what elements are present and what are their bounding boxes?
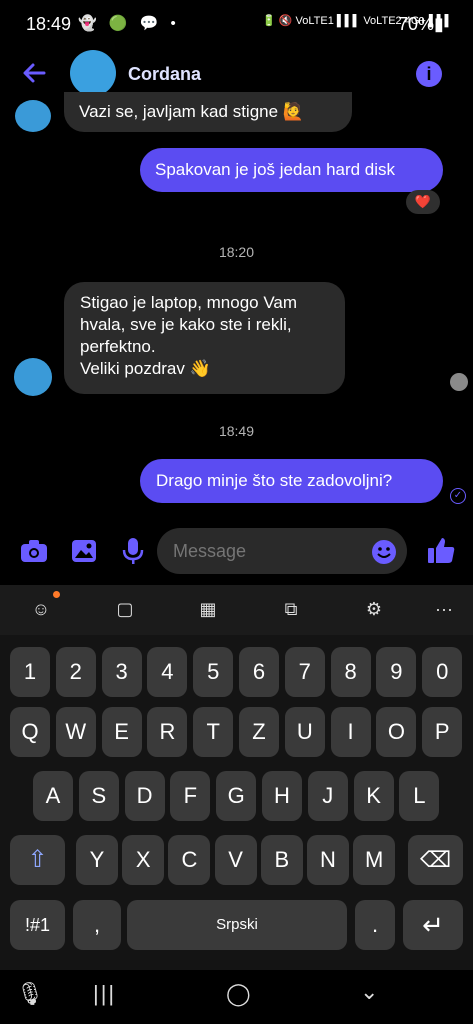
notification-dot	[53, 591, 60, 598]
key[interactable]: 6	[239, 647, 279, 697]
contact-avatar-small	[15, 100, 51, 132]
message-line: hvala, sve je kako ste i rekli,	[80, 315, 292, 334]
key[interactable]: Y	[76, 835, 118, 885]
message-line: perfektno.	[80, 337, 156, 356]
key[interactable]: B	[260, 835, 303, 885]
emoji-icon[interactable]	[371, 539, 397, 565]
key[interactable]: C	[168, 835, 211, 885]
timestamp: 18:20	[218, 244, 255, 260]
key[interactable]: S	[78, 771, 119, 821]
space-key[interactable]: Srpski	[127, 900, 347, 950]
key[interactable]: I	[330, 707, 371, 757]
period-key[interactable]: .	[355, 900, 395, 950]
key[interactable]: L	[399, 771, 440, 821]
key[interactable]: 1	[10, 647, 50, 697]
key[interactable]: M	[353, 835, 396, 885]
back-icon[interactable]: ⌄	[360, 979, 378, 1005]
more-options-icon[interactable]: ···	[428, 593, 460, 625]
home-icon[interactable]: ◯	[226, 981, 251, 1007]
backspace-key[interactable]: ⌫	[408, 835, 463, 885]
key[interactable]: P	[422, 707, 463, 757]
key[interactable]: Z	[239, 707, 279, 757]
contact-avatar-small	[14, 358, 52, 396]
key[interactable]: 7	[284, 647, 325, 697]
key[interactable]: 4	[147, 647, 188, 697]
message-line: Stigao je laptop, mnogo Vam	[80, 293, 298, 312]
key[interactable]: A	[33, 771, 73, 821]
message-input[interactable]	[157, 528, 407, 574]
key[interactable]: V	[214, 835, 257, 885]
key[interactable]: N	[307, 835, 349, 885]
key[interactable]: J	[307, 771, 348, 821]
key[interactable]: O	[376, 707, 417, 757]
clipboard-icon[interactable]: ▢	[109, 593, 141, 625]
key[interactable]: E	[101, 707, 142, 757]
microphone-icon[interactable]	[122, 537, 144, 565]
key[interactable]: U	[284, 707, 325, 757]
key[interactable]: 5	[193, 647, 234, 697]
key[interactable]: F	[170, 771, 211, 821]
message-line: Veliki pozdrav 👋	[80, 359, 211, 378]
key[interactable]: 9	[376, 647, 417, 697]
status-time: 18:49	[26, 14, 72, 34]
back-arrow-icon[interactable]	[20, 59, 48, 87]
key[interactable]: X	[122, 835, 165, 885]
message-outgoing[interactable]: Drago minje što ste zadovoljni?	[140, 459, 443, 503]
symbols-key[interactable]: !#1	[10, 900, 65, 950]
camera-icon[interactable]	[20, 539, 48, 563]
sent-check-icon: ✓	[450, 488, 466, 504]
enter-key[interactable]: ↵	[403, 900, 463, 950]
contact-name[interactable]: Cordana	[128, 64, 201, 85]
key[interactable]: T	[193, 707, 234, 757]
comma-key[interactable]: ,	[73, 900, 121, 950]
shift-key[interactable]: ⇧	[10, 835, 65, 885]
message-incoming[interactable]: Vazi se, javljam kad stigne 🙋	[64, 92, 352, 132]
key[interactable]: 2	[55, 647, 96, 697]
reaction-heart-icon[interactable]: ❤️	[406, 190, 440, 214]
timestamp: 18:49	[218, 423, 255, 439]
keyboard-toolbar	[0, 585, 473, 635]
keyboard-mic-icon[interactable]: 🎙	[16, 981, 44, 1007]
emoji-panel-icon[interactable]: ☺	[25, 593, 57, 625]
message-incoming[interactable]: Stigao je laptop, mnogo Vam hvala, sve j…	[64, 282, 345, 394]
key[interactable]: W	[55, 707, 96, 757]
translate-icon[interactable]: ⧉	[275, 593, 307, 625]
gallery-icon[interactable]	[71, 539, 97, 563]
key[interactable]: D	[124, 771, 165, 821]
message-outgoing[interactable]: Spakovan je još jedan hard disk	[140, 148, 443, 192]
key[interactable]: 8	[330, 647, 371, 697]
status-bar: 18:49 👻 🟢 💬 • 🔋 🔇 VoLTE1 ▌▌▌ VoLTE2 4G+ …	[0, 0, 473, 48]
info-icon[interactable]: i	[416, 61, 442, 87]
key[interactable]: G	[216, 771, 257, 821]
key[interactable]: 0	[422, 647, 463, 697]
notification-icons: 👻 🟢 💬 •	[78, 15, 180, 32]
settings-gear-icon[interactable]: ⚙	[358, 593, 390, 625]
recents-icon[interactable]: |||	[93, 981, 116, 1007]
battery-indicator: 70%▮	[398, 14, 444, 34]
key[interactable]: K	[353, 771, 394, 821]
keypad-icon[interactable]: ▦	[192, 593, 224, 625]
thumbs-up-icon[interactable]	[426, 535, 456, 565]
key[interactable]: 3	[101, 647, 142, 697]
read-receipt-avatar	[450, 373, 468, 391]
key[interactable]: H	[262, 771, 302, 821]
key[interactable]: Q	[10, 707, 50, 757]
contact-avatar[interactable]	[70, 50, 116, 96]
key[interactable]: R	[147, 707, 188, 757]
